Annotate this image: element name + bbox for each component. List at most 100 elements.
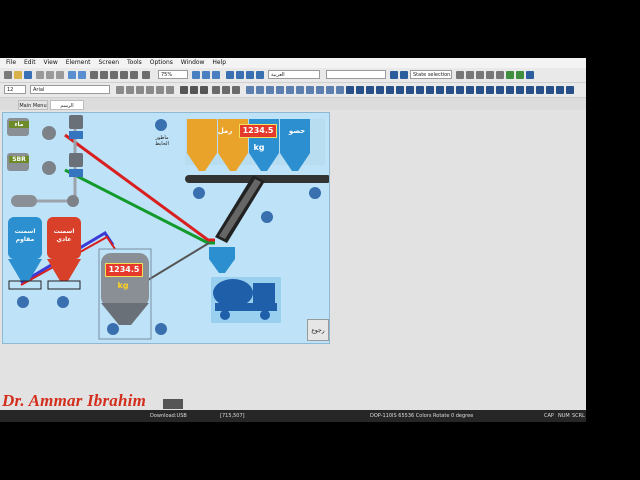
element-h-icon[interactable] — [316, 86, 324, 94]
font-name-select[interactable]: Arial — [30, 85, 110, 94]
grid-icon[interactable] — [100, 71, 108, 79]
menu-options[interactable]: Options — [150, 58, 173, 68]
table-element-icon[interactable] — [526, 86, 534, 94]
button-element-icon[interactable] — [346, 86, 354, 94]
tab-main-menu[interactable]: Main Menu — [18, 100, 48, 110]
compile-icon[interactable] — [506, 71, 514, 79]
undo-icon[interactable] — [68, 71, 76, 79]
circle-element-icon[interactable] — [486, 86, 494, 94]
tool-a-icon[interactable] — [456, 71, 464, 79]
zoom-in-icon[interactable] — [192, 71, 200, 79]
font-grow-icon[interactable] — [116, 86, 124, 94]
additive-tank[interactable] — [11, 195, 37, 207]
zoom-fit-icon[interactable] — [212, 71, 220, 79]
zoom-select[interactable]: 75% — [158, 70, 188, 79]
copy-icon[interactable] — [46, 71, 54, 79]
line-color-icon[interactable] — [156, 86, 164, 94]
mixer-motor-2[interactable] — [155, 323, 167, 335]
tab-drawing[interactable]: الرسم — [50, 100, 84, 110]
mixer-truck[interactable] — [211, 277, 281, 323]
menu-view[interactable]: View — [44, 58, 58, 68]
water-flow-meter[interactable] — [69, 115, 83, 129]
hmi-screen-canvas[interactable]: ماء SBR رمل حصو 1234.5 kg 1234.5 kg اسمن… — [2, 112, 330, 344]
inclined-conveyor[interactable] — [215, 175, 265, 243]
redo-icon[interactable] — [78, 71, 86, 79]
water-pump[interactable] — [42, 126, 56, 140]
align-left-icon[interactable] — [212, 86, 220, 94]
back-button[interactable]: رجوع — [307, 319, 329, 341]
order-icon[interactable] — [142, 71, 150, 79]
element-g-icon[interactable] — [306, 86, 314, 94]
rotate-right-icon[interactable] — [236, 71, 244, 79]
simulate-icon[interactable] — [516, 71, 524, 79]
tool-e-icon[interactable] — [496, 71, 504, 79]
page-scroll-arrows[interactable] — [163, 399, 183, 409]
line-style-icon[interactable] — [166, 86, 174, 94]
rect-element-icon[interactable] — [476, 86, 484, 94]
line-element-icon[interactable] — [466, 86, 474, 94]
element-d-icon[interactable] — [276, 86, 284, 94]
trend-element-icon[interactable] — [446, 86, 454, 94]
mixer-motor-1[interactable] — [107, 323, 119, 335]
polygon-element-icon[interactable] — [496, 86, 504, 94]
other-element-icon[interactable] — [566, 86, 574, 94]
element-b-icon[interactable] — [256, 86, 264, 94]
cement-motor-2[interactable] — [57, 296, 69, 308]
tool-c-icon[interactable] — [476, 71, 484, 79]
group-icon[interactable] — [120, 71, 128, 79]
pipe-element-icon[interactable] — [396, 86, 404, 94]
new-icon[interactable] — [4, 71, 12, 79]
sbr-flow-meter[interactable] — [69, 153, 83, 167]
align-right-icon[interactable] — [232, 86, 240, 94]
download-icon[interactable] — [526, 71, 534, 79]
element-a-icon[interactable] — [246, 86, 254, 94]
valve-sbr[interactable] — [69, 169, 83, 177]
save-icon[interactable] — [24, 71, 32, 79]
aggregate-motor-2[interactable] — [309, 187, 321, 199]
input-element-icon[interactable] — [426, 86, 434, 94]
mirror-icon[interactable] — [256, 71, 264, 79]
sbr-pump[interactable] — [42, 161, 56, 175]
menu-screen[interactable]: Screen — [98, 58, 119, 68]
switch-element-icon[interactable] — [366, 86, 374, 94]
bold-icon[interactable] — [180, 86, 188, 94]
zoom-out-icon[interactable] — [202, 71, 210, 79]
paste-icon[interactable] — [56, 71, 64, 79]
font-size-select[interactable]: 12 — [4, 85, 26, 94]
language-select[interactable]: العربية — [268, 70, 320, 79]
alarm-element-icon[interactable] — [436, 86, 444, 94]
tool-b-icon[interactable] — [466, 71, 474, 79]
macro-element-icon[interactable] — [556, 86, 564, 94]
menu-window[interactable]: Window — [181, 58, 205, 68]
open-icon[interactable] — [14, 71, 22, 79]
text-color-icon[interactable] — [136, 86, 144, 94]
element-j-icon[interactable] — [336, 86, 344, 94]
cement-motor-1[interactable] — [17, 296, 29, 308]
menu-tools[interactable]: Tools — [127, 58, 142, 68]
aggregate-motor-1[interactable] — [193, 187, 205, 199]
align-icon[interactable] — [90, 71, 98, 79]
main-weight-display[interactable]: 1234.5 — [239, 124, 277, 138]
layer-icon[interactable] — [110, 71, 118, 79]
conveyor-motor[interactable] — [261, 211, 273, 223]
state-prev-icon[interactable] — [390, 71, 398, 79]
menu-edit[interactable]: Edit — [24, 58, 36, 68]
screen-select[interactable] — [326, 70, 386, 79]
menu-element[interactable]: Element — [66, 58, 91, 68]
clock-element-icon[interactable] — [546, 86, 554, 94]
underline-icon[interactable] — [200, 86, 208, 94]
valve-water[interactable] — [69, 131, 83, 139]
mixer-weight-display[interactable]: 1234.5 — [105, 263, 143, 277]
menu-help[interactable]: Help — [212, 58, 226, 68]
arc-element-icon[interactable] — [506, 86, 514, 94]
keypad-element-icon[interactable] — [536, 86, 544, 94]
numeric-element-icon[interactable] — [406, 86, 414, 94]
ungroup-icon[interactable] — [130, 71, 138, 79]
font-shrink-icon[interactable] — [126, 86, 134, 94]
fill-color-icon[interactable] — [146, 86, 154, 94]
meter-element-icon[interactable] — [376, 86, 384, 94]
tool-d-icon[interactable] — [486, 71, 494, 79]
element-f-icon[interactable] — [296, 86, 304, 94]
wall-motor-icon[interactable] — [155, 119, 167, 131]
bar-element-icon[interactable] — [386, 86, 394, 94]
